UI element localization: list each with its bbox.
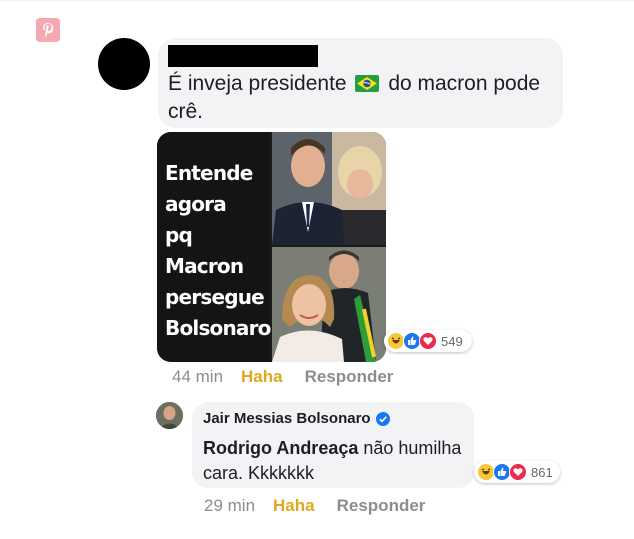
pinterest-icon[interactable] bbox=[36, 18, 60, 42]
meme-photo-couple-1 bbox=[272, 132, 386, 245]
love-reaction-icon bbox=[419, 332, 437, 350]
comment-text-part1: É inveja presidente bbox=[168, 72, 347, 95]
meme-line: pq Macron bbox=[165, 223, 244, 278]
reply-actions: 29 min Haha Responder bbox=[204, 496, 425, 516]
reply-author-avatar[interactable] bbox=[156, 402, 183, 429]
meme-caption: Entende agora pq Macron persegue Bolsona… bbox=[165, 158, 282, 344]
meme-line: Bolsonaro? bbox=[165, 316, 282, 340]
redacted-author-name bbox=[168, 45, 318, 67]
reply-text: Rodrigo Andreaça não humilha cara. Kkkkk… bbox=[203, 436, 468, 486]
reactions-count: 861 bbox=[531, 464, 553, 480]
reply-reactions-summary[interactable]: 861 bbox=[474, 461, 560, 483]
verified-badge-icon bbox=[375, 411, 390, 426]
meme-line: agora bbox=[165, 192, 227, 216]
meme-photo-couple-2 bbox=[272, 247, 386, 362]
meme-image[interactable]: Entende agora pq Macron persegue Bolsona… bbox=[157, 132, 386, 362]
haha-reaction-link[interactable]: Haha bbox=[273, 496, 315, 515]
top-divider bbox=[0, 0, 634, 1]
meme-text-panel: Entende agora pq Macron persegue Bolsona… bbox=[157, 132, 282, 362]
mention-link[interactable]: Rodrigo Andreaça bbox=[203, 438, 358, 458]
reactions-summary[interactable]: 549 bbox=[384, 330, 472, 352]
comment-timestamp[interactable]: 44 min bbox=[172, 367, 223, 386]
meme-line: Entende bbox=[165, 161, 253, 185]
reply-link[interactable]: Responder bbox=[305, 367, 394, 386]
reactions-count: 549 bbox=[441, 333, 463, 349]
reply-author-name[interactable]: Jair Messias Bolsonaro bbox=[203, 410, 390, 427]
haha-reaction-link[interactable]: Haha bbox=[241, 367, 283, 386]
comment-actions: 44 min Haha Responder bbox=[172, 367, 393, 387]
brazil-flag-icon bbox=[355, 72, 380, 92]
reply-link[interactable]: Responder bbox=[337, 496, 426, 515]
love-reaction-icon bbox=[509, 463, 527, 481]
reply-timestamp[interactable]: 29 min bbox=[204, 496, 255, 515]
reply-author-name-text[interactable]: Jair Messias Bolsonaro bbox=[203, 410, 371, 427]
comment-text: É inveja presidente do macron pode crê. bbox=[168, 70, 558, 126]
commenter-avatar[interactable] bbox=[98, 38, 150, 90]
meme-line: persegue bbox=[165, 285, 265, 309]
